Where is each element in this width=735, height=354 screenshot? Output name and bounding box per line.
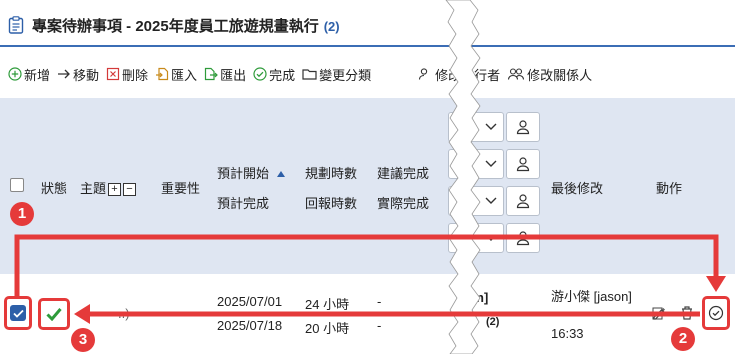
- column-planned-end[interactable]: 預計完成: [217, 193, 269, 212]
- move-button[interactable]: 移動: [57, 65, 99, 84]
- column-reported-hours[interactable]: 回報時數: [305, 193, 357, 212]
- import-button[interactable]: 匯入: [155, 65, 197, 84]
- mark-complete-button[interactable]: [702, 296, 730, 330]
- row-modified-time: 16:33: [551, 326, 584, 341]
- column-planned-hours[interactable]: 規劃時數: [305, 163, 357, 182]
- step-3-badge: 3: [71, 328, 95, 352]
- column-subject: 主題 + −: [80, 178, 137, 197]
- row-planned-end: 2025/07/18: [217, 318, 283, 333]
- column-action: 動作: [656, 181, 683, 196]
- title-divider: [0, 45, 735, 47]
- column-last-modified[interactable]: 最後修改: [551, 178, 603, 197]
- chevron-down-icon: [485, 197, 497, 204]
- import-icon: [156, 67, 169, 81]
- delete-button[interactable]: 刪除: [106, 65, 148, 84]
- modifier-picker[interactable]: [506, 223, 540, 253]
- select-all-checkbox[interactable]: [10, 178, 24, 192]
- toolbar: 新增 移動 刪除 匯入 匯出 完成 變更分類 修改執行者 修改關係人: [0, 58, 735, 90]
- change-related-label: 修改關係人: [527, 67, 593, 83]
- column-status[interactable]: 狀態: [41, 178, 67, 197]
- column-actual-done[interactable]: 實際完成: [377, 193, 429, 212]
- add-button[interactable]: 新增: [8, 65, 50, 84]
- executor-picker[interactable]: [506, 112, 540, 142]
- folder-icon: [302, 69, 317, 80]
- step-2-badge: 2: [671, 327, 695, 351]
- delete-label: 刪除: [122, 67, 149, 83]
- item-count: (2): [323, 18, 340, 34]
- user-icon: [516, 194, 530, 209]
- users-icon: [508, 68, 525, 80]
- user-icon: [516, 120, 530, 135]
- complete-button[interactable]: 完成: [253, 65, 295, 84]
- change-category-button[interactable]: 變更分類: [302, 65, 371, 84]
- delete-icon: [106, 67, 120, 81]
- row-reported-hours: 20 小時: [305, 321, 350, 336]
- trash-icon[interactable]: [680, 305, 694, 321]
- chevron-down-icon: [485, 160, 497, 167]
- row-actual-done: -: [377, 318, 382, 333]
- user-icon: [516, 231, 530, 246]
- chevron-down-icon: [485, 234, 497, 241]
- column-planned-start[interactable]: 預計開始: [217, 163, 286, 182]
- green-check-icon: [46, 308, 62, 321]
- row-planned-hours: 24 小時: [305, 297, 350, 312]
- collapse-all-button[interactable]: −: [123, 183, 137, 197]
- edit-icon[interactable]: [652, 305, 668, 321]
- import-label: 匯入: [171, 67, 198, 83]
- export-button[interactable]: 匯出: [204, 65, 246, 84]
- row-checkbox-highlight: [4, 296, 32, 330]
- user-icon: [516, 157, 530, 172]
- page-title: 專案待辦事項 - 2025年度員工旅遊規畫執行: [32, 17, 319, 35]
- column-planned-start-label: 預計開始: [217, 166, 270, 181]
- complete-label: 完成: [269, 67, 296, 83]
- column-subject-label[interactable]: 主題: [80, 181, 106, 196]
- status-done-indicator[interactable]: [38, 298, 70, 330]
- add-label: 新增: [24, 67, 51, 83]
- user-edit-icon: [419, 68, 428, 80]
- expand-all-button[interactable]: +: [108, 183, 122, 197]
- row-modified-by: 游小傑 [jason]: [551, 289, 632, 304]
- row-related-count: (2): [486, 316, 500, 328]
- chevron-down-icon: [485, 123, 497, 130]
- arrow-right-icon: [58, 69, 70, 79]
- plus-circle-icon: [8, 67, 22, 81]
- change-related-button[interactable]: 修改關係人: [507, 65, 592, 84]
- move-label: 移動: [73, 67, 100, 83]
- export-label: 匯出: [220, 67, 247, 83]
- creator-picker[interactable]: [506, 186, 540, 216]
- title-bar: 專案待辦事項 - 2025年度員工旅遊規畫執行 (2): [0, 0, 735, 50]
- check-circle-icon: [253, 67, 267, 81]
- column-suggested-done[interactable]: 建議完成: [377, 163, 429, 182]
- change-category-label: 變更分類: [319, 67, 372, 83]
- torn-edge-divider: [445, 0, 481, 354]
- step-1-badge: 1: [10, 202, 34, 226]
- column-importance[interactable]: 重要性: [161, 178, 200, 197]
- row-suggested-done: -: [377, 294, 382, 309]
- check-circle-icon: [708, 305, 724, 321]
- clipboard-icon: [8, 16, 24, 34]
- related-picker[interactable]: [506, 149, 540, 179]
- sort-asc-icon: [276, 171, 285, 177]
- row-planned-start: 2025/07/01: [217, 294, 283, 309]
- export-icon: [204, 67, 218, 81]
- row-subject-fragment[interactable]: ..): [118, 306, 130, 321]
